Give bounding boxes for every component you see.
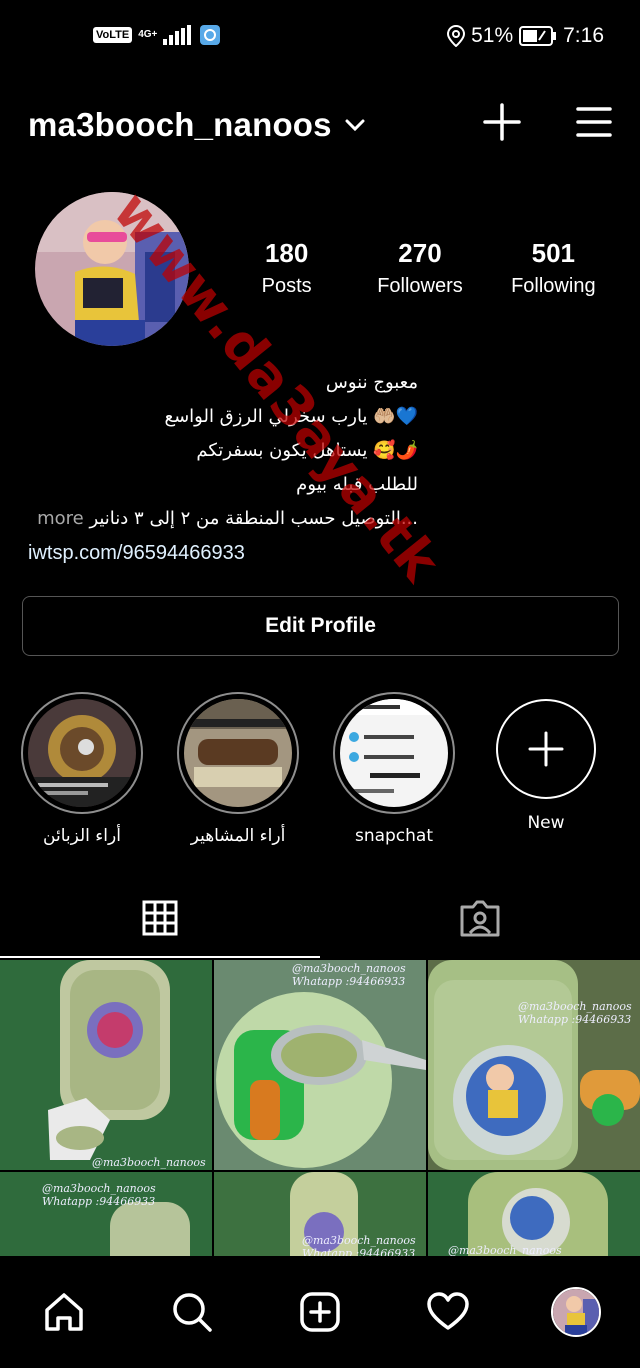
menu-icon[interactable] (576, 102, 612, 142)
post-thumbnail[interactable]: @ma3booch_nanoos (0, 960, 212, 1170)
nav-home[interactable] (36, 1284, 92, 1340)
nav-create[interactable] (292, 1284, 348, 1340)
highlight-ring (177, 692, 299, 814)
network-type: 4G+ (138, 29, 158, 40)
status-right: 51% 7:16 (447, 24, 604, 48)
highlight-celebrity-reviews[interactable]: أراء المشاهير (168, 692, 308, 846)
highlight-customer-reviews[interactable]: أراء الزبائن (12, 692, 152, 846)
app-notification-icon (200, 25, 221, 45)
plus-icon (528, 731, 564, 767)
celebrity-review-thumbnail (184, 699, 292, 807)
highlight-ring (333, 692, 455, 814)
chevron-down-icon[interactable] (344, 118, 366, 132)
post-thumbnail[interactable]: @ma3booch_nanoos Whatapp :94466933 (214, 1172, 426, 1256)
post-thumbnail[interactable]: @ma3booch_nanoos Whatapp :94466933 (0, 1172, 212, 1256)
location-icon (447, 25, 466, 47)
avatar (551, 1287, 601, 1337)
post-watermark: @ma3booch_nanoos Whatapp :94466933 (518, 1000, 632, 1026)
following-label: Following (511, 275, 596, 297)
bottom-navigation (0, 1256, 640, 1368)
post-watermark: @ma3booch_nanoos Whatapp :94466933 (302, 1234, 416, 1256)
bio-line-1: 💙🤲🏼 يارب سخرلي الرزق الواسع (164, 406, 419, 427)
battery-icon (519, 26, 557, 46)
heart-icon (427, 1292, 469, 1330)
nav-search[interactable] (164, 1284, 220, 1340)
bio-more-link[interactable]: more (37, 508, 84, 529)
edit-profile-button[interactable]: Edit Profile (22, 596, 619, 656)
post-watermark: @ma3booch_nanoos Whatapp :94466933 (292, 962, 406, 988)
volte-badge: VoLTE (93, 27, 133, 43)
highlight-label: snapchat (354, 826, 434, 846)
post-watermark: @ma3booch_nanoos (92, 1156, 206, 1169)
highlight-new[interactable]: New (476, 692, 616, 833)
nav-profile[interactable] (548, 1284, 604, 1340)
new-post-button[interactable] (482, 102, 522, 142)
signal-icon (163, 25, 192, 45)
post-image (428, 960, 640, 1170)
profile-tabs (0, 878, 640, 958)
snapchat-screenshot-thumbnail (340, 699, 448, 807)
post-image (0, 960, 212, 1170)
username-switcher[interactable]: ma3booch_nanoos (28, 106, 332, 144)
profile-header: ma3booch_nanoos (28, 100, 612, 152)
tagged-icon (460, 900, 500, 937)
stat-posts[interactable]: 180 Posts (220, 238, 353, 298)
search-icon (173, 1293, 212, 1332)
post-thumbnail[interactable]: @ma3booch_nanoos Whatapp :94466933 (214, 960, 426, 1170)
post-watermark: @ma3booch_nanoos Whatapp :94466933 (42, 1182, 156, 1208)
nav-activity[interactable] (420, 1284, 476, 1340)
post-thumbnail[interactable]: @ma3booch_nanoos (428, 1172, 640, 1256)
following-count: 501 (531, 238, 576, 268)
new-highlight-button[interactable] (496, 699, 596, 799)
status-bar: VoLTE 4G+ 51% 7:16 (0, 0, 640, 76)
clock: 7:16 (563, 24, 604, 47)
stat-followers[interactable]: 270 Followers (353, 238, 486, 298)
highlight-ring (21, 692, 143, 814)
highlight-label: أراء الزبائن (43, 826, 121, 846)
add-post-icon (300, 1292, 340, 1332)
bio-website-link[interactable]: iwtsp.com/96594466933 (28, 536, 418, 570)
highlight-snapchat[interactable]: snapchat (324, 692, 464, 846)
battery-percent: 51% (471, 24, 514, 47)
post-thumbnail[interactable]: @ma3booch_nanoos Whatapp :94466933 (428, 960, 640, 1170)
review-screenshot-thumbnail (28, 699, 136, 807)
grid-icon (142, 900, 178, 936)
posts-count: 180 (264, 238, 309, 268)
post-image (214, 960, 426, 1170)
followers-count: 270 (398, 238, 442, 268)
post-grid: @ma3booch_nanoos @ma3booch_nanoos Whatapp… (0, 960, 640, 1256)
highlight-label: أراء المشاهير (190, 826, 286, 846)
followers-label: Followers (377, 275, 463, 297)
tab-posts-grid[interactable] (0, 878, 320, 958)
status-left: VoLTE 4G+ (93, 24, 221, 46)
highlight-label: New (527, 813, 565, 833)
tab-tagged[interactable] (320, 878, 640, 958)
home-icon (45, 1293, 83, 1331)
profile-stats: 180 Posts 270 Followers 501 Following (220, 238, 620, 298)
stat-following[interactable]: 501 Following (487, 238, 620, 298)
story-highlights: أراء الزبائن أراء المشاهير snapchat New (0, 692, 640, 852)
active-tab-indicator (0, 956, 320, 958)
post-watermark: @ma3booch_nanoos (448, 1244, 562, 1256)
